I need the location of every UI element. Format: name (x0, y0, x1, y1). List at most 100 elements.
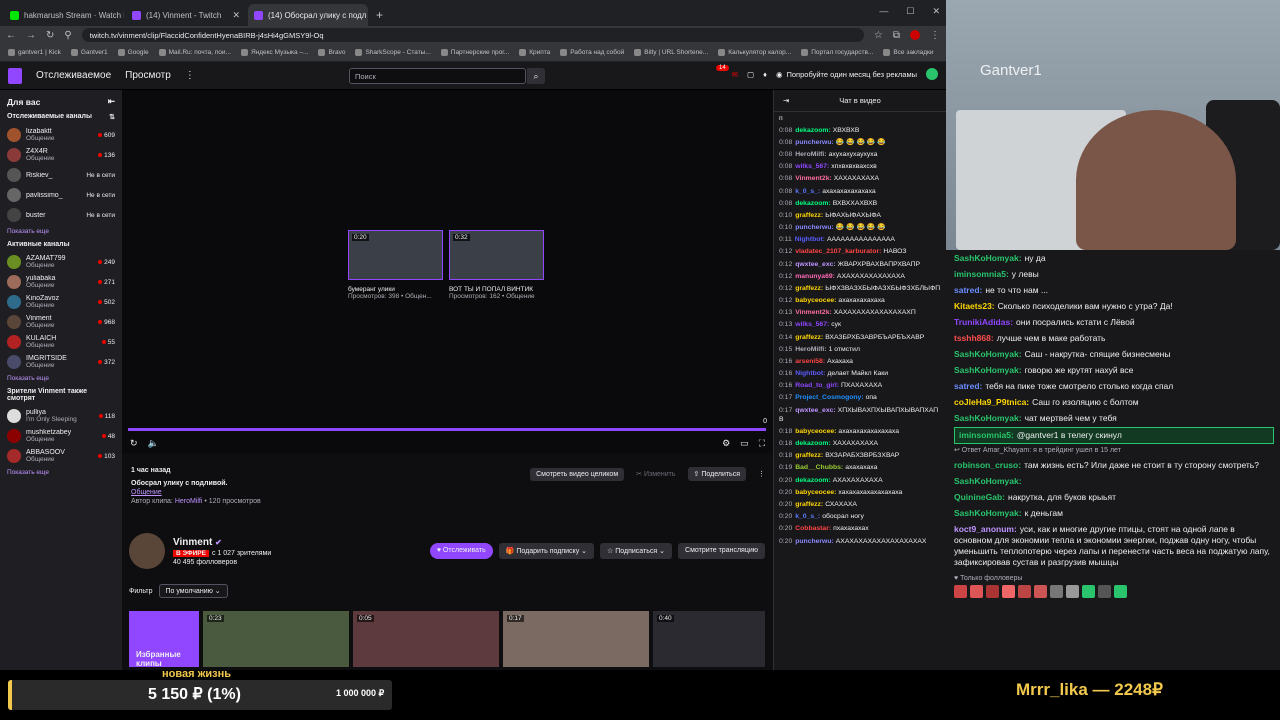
chat-username[interactable]: wilks_567: (795, 321, 829, 328)
share-button[interactable]: ⇪ Поделиться (687, 467, 746, 481)
chat-username[interactable]: HeroMilfi: (795, 151, 826, 158)
gift-sub-button[interactable]: 🎁 Подарить подписку ⌄ (498, 543, 595, 559)
bookmark-item[interactable]: Bitly | URL Shortene... (634, 49, 708, 56)
profile-avatar[interactable] (910, 30, 920, 40)
author-link[interactable]: HeroMilfi (175, 498, 203, 505)
chat-username[interactable]: babyceocee: (795, 297, 836, 304)
chat-username[interactable]: dekazoom: (795, 477, 831, 484)
chat-username[interactable]: Bad__Chubbs: (795, 464, 843, 471)
browser-tab[interactable]: hakmarush Stream · Watch Liv✕ (4, 4, 124, 26)
sidebar-channel[interactable]: buster Не в сети (7, 205, 115, 225)
clip-card[interactable]: 0:23 (203, 611, 349, 667)
bookmark-star-icon[interactable]: ☆ (874, 30, 883, 41)
site-info-icon[interactable]: ⚲ (64, 30, 71, 41)
chat-username[interactable]: puncherwu: (795, 139, 834, 146)
chat-username[interactable]: dekazoom: (795, 127, 831, 134)
search-input[interactable]: Поиск (349, 68, 526, 84)
sort-icon[interactable]: ⇅ (109, 113, 115, 121)
show-more-also[interactable]: Показать еще (7, 469, 115, 476)
chat-username[interactable]: vladatec_2107_karburator: (795, 248, 881, 255)
reload-icon[interactable]: ↻ (46, 30, 54, 41)
browser-tab[interactable]: (14) Обосрал улику с подл✕ (248, 4, 368, 26)
settings-icon[interactable]: ⚙ (722, 438, 730, 449)
bookmark-item[interactable]: Gantver1 (70, 49, 108, 56)
sidebar-channel[interactable]: IMGRITSIDE Общение 372 (7, 352, 115, 372)
subscribe-button[interactable]: ☆ Подписаться ⌄ (600, 543, 673, 559)
chat-username[interactable]: k_0_s_: (795, 513, 820, 520)
bookmark-item[interactable]: Google (117, 49, 149, 56)
chat-username[interactable]: graffezz: (795, 334, 823, 341)
more-options-icon[interactable]: ⋮ (758, 470, 765, 478)
chat-username[interactable]: graffezz: (795, 452, 823, 459)
sidebar-channel[interactable]: Z4X4R Общение 136 (7, 145, 115, 165)
extensions-icon[interactable]: ⧉ (893, 30, 900, 41)
follow-button[interactable]: ♥ Отслеживать (429, 543, 493, 559)
related-clip[interactable]: 0:20 бумеранг улики Просмотров: 398 • Обще… (348, 230, 443, 300)
chat-username[interactable]: babyceocee: (795, 428, 836, 435)
sidebar-channel[interactable]: KULAICH Общение 55 (7, 332, 115, 352)
sidebar-channel[interactable]: mushketzabey Общение 48 (7, 426, 115, 446)
minimize-icon[interactable]: — (879, 6, 888, 17)
clip-category-link[interactable]: Общение (131, 489, 764, 496)
volume-icon[interactable]: 🔈 (148, 438, 159, 449)
replay-icon[interactable]: ↻ (130, 438, 138, 449)
channel-avatar[interactable] (129, 533, 165, 569)
chat-username[interactable]: Vinment2k: (795, 309, 832, 316)
chat-username[interactable]: Nightbot: (795, 236, 825, 243)
collapse-chat-icon[interactable]: ⇥ (783, 96, 789, 105)
sidebar-channel[interactable]: Riskiev_ Не в сети (7, 165, 115, 185)
bookmark-item[interactable]: Яндекс Музыка –... (240, 49, 308, 56)
filter-select[interactable]: По умолчанию ⌄ (158, 584, 228, 598)
chat-username[interactable]: Project_Cosmogony: (795, 394, 863, 401)
new-tab-button[interactable]: + (376, 8, 383, 22)
maximize-icon[interactable]: ☐ (906, 6, 914, 17)
browser-tab[interactable]: (14) Vinment - Twitch ✕ (126, 4, 246, 26)
prime-offer[interactable]: ◉ Попробуйте один месяц без рекламы (776, 70, 917, 79)
bookmark-item[interactable]: Калькулятор калор... (718, 49, 791, 56)
show-more-active[interactable]: Показать еще (7, 375, 115, 382)
twitch-logo-icon[interactable] (8, 67, 22, 84)
chat-username[interactable]: graffezz: (795, 501, 823, 508)
sidebar-channel[interactable]: ABBASOOV Общение 103 (7, 446, 115, 466)
chat-username[interactable]: Cobbastar: (795, 525, 831, 532)
chat-username[interactable]: dekazoom: (795, 200, 831, 207)
bookmark-item[interactable]: Партнерские прог... (440, 49, 509, 56)
chat-username[interactable]: wilks_567: (795, 163, 829, 170)
bookmark-item[interactable]: gantver1 | Kick (8, 49, 61, 56)
sidebar-channel[interactable]: yuliabaka Общение 271 (7, 272, 115, 292)
theatre-icon[interactable]: ▭ (740, 438, 749, 449)
bookmark-item[interactable]: Bravo (318, 49, 345, 56)
fullscreen-icon[interactable]: ⛶ (759, 438, 765, 449)
chat-username[interactable]: Vinment2k: (795, 175, 832, 182)
nav-following[interactable]: Отслеживаемое (36, 70, 111, 81)
bookmark-item[interactable]: Портал государств... (801, 49, 873, 56)
sidebar-channel[interactable]: Vinment Общение 968 (7, 312, 115, 332)
bookmark-item[interactable]: SharkScope - Статы... (355, 49, 431, 56)
sidebar-channel[interactable]: KinoZavoz Общение 502 (7, 292, 115, 312)
chat-username[interactable]: k_0_s_: (795, 188, 820, 195)
related-clip[interactable]: 0:32 ВОТ ТЫ И ПОПАЛ ВИНТИК Просмотров: 162… (449, 230, 544, 300)
search-icon[interactable]: ⌕ (527, 68, 545, 84)
sidebar-channel[interactable]: AZAMAT799 Общение 249 (7, 252, 115, 272)
crown-icon[interactable]: ♦ (763, 70, 767, 79)
bookmark-item[interactable]: Работа над собой (560, 49, 624, 56)
nav-browse[interactable]: Просмотр (125, 70, 171, 81)
bookmark-item[interactable]: Крипта (519, 49, 550, 56)
chat-username[interactable]: graffezz: (795, 212, 823, 219)
menu-icon[interactable]: ⋮ (930, 30, 940, 41)
chat-username[interactable]: HeroMilfi: (795, 346, 826, 353)
chat-username[interactable]: qwxtee_exc: (795, 261, 835, 268)
url-field[interactable]: twitch.tv/vinment/clip/FlaccidConfidentH… (81, 28, 864, 42)
edit-button[interactable]: ✂ Изменить (636, 470, 675, 478)
more-icon[interactable]: ⋮ (185, 70, 195, 81)
user-avatar[interactable] (926, 68, 938, 80)
chat-username[interactable]: Nightbot: (795, 370, 825, 377)
bookmark-item[interactable]: Все закладки (883, 49, 934, 56)
sidebar-channel[interactable]: pulliya I'm Only Sleeping 118 (7, 406, 115, 426)
chat-username[interactable]: qwxtee_exc: (795, 407, 835, 414)
clip-card[interactable]: 0:05 (353, 611, 499, 667)
show-more-followed[interactable]: Показать еще (7, 228, 115, 235)
chat-username[interactable]: manunya69: (795, 273, 835, 280)
clip-card[interactable]: 0:17 (503, 611, 649, 667)
whispers-icon[interactable]: ▢ (747, 70, 754, 79)
